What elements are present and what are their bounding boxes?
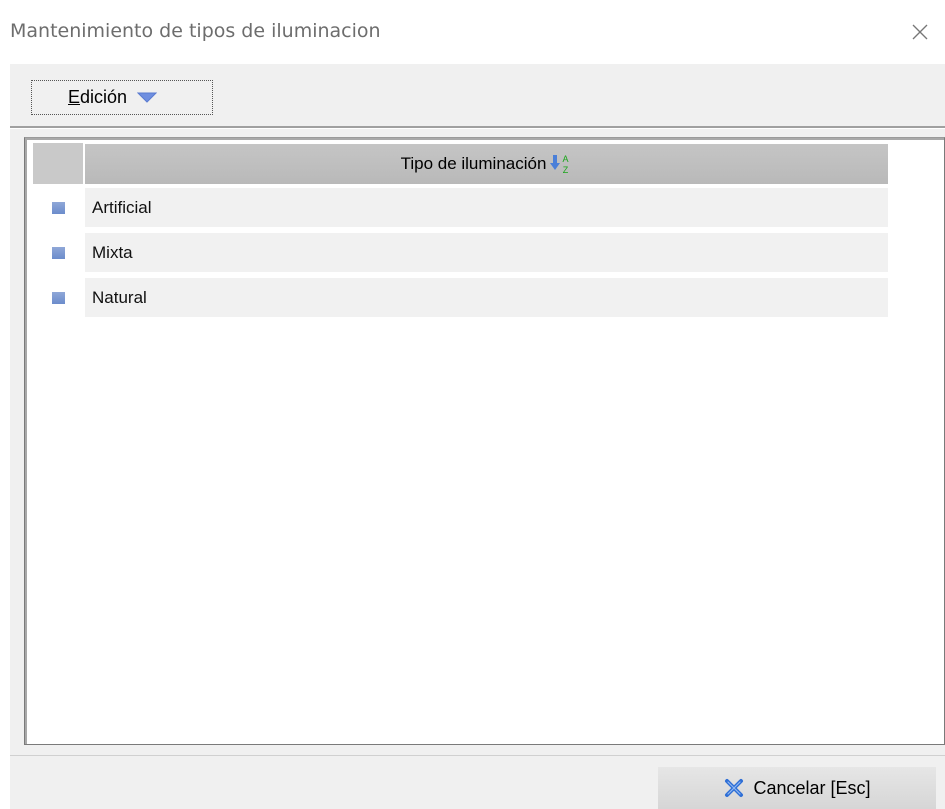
svg-text:Z: Z <box>563 165 569 175</box>
row-indicator-header <box>33 143 84 184</box>
dialog-body: Edición Tipo de iluminación A Z Artifici… <box>10 64 945 809</box>
row-marker <box>52 246 65 259</box>
chevron-down-icon <box>137 92 158 104</box>
title-bar: Mantenimiento de tipos de iluminacion <box>0 0 945 64</box>
cancel-label: Cancelar [Esc] <box>753 777 871 798</box>
table-row[interactable]: Artificial <box>33 188 888 227</box>
grid-viewport: Tipo de iluminación A Z Artificial Mixta… <box>25 138 944 744</box>
grid-header-row: Tipo de iluminación A Z <box>33 143 888 184</box>
window-title: Mantenimiento de tipos de iluminacion <box>10 20 381 42</box>
sort-az-icon: A Z <box>550 152 572 176</box>
footer-divider <box>10 755 945 756</box>
toolbar-divider <box>10 126 945 129</box>
table-row[interactable]: Natural <box>33 278 888 317</box>
toolbar: Edición <box>10 64 945 126</box>
edicion-menu-button[interactable]: Edición <box>31 80 213 115</box>
row-marker <box>52 201 65 214</box>
edicion-label: Edición <box>68 87 128 107</box>
table-cell[interactable]: Natural <box>84 278 888 317</box>
cancel-button[interactable]: Cancelar [Esc] <box>658 767 936 809</box>
cancel-x-icon <box>723 777 745 799</box>
row-indicator <box>33 233 84 272</box>
close-icon <box>912 24 928 40</box>
table-cell[interactable]: Artificial <box>84 188 888 227</box>
row-indicator <box>33 188 84 227</box>
table-row[interactable]: Mixta <box>33 233 888 272</box>
column-header-label: Tipo de iluminación <box>400 154 547 173</box>
row-marker <box>52 291 65 304</box>
row-indicator <box>33 278 84 317</box>
close-button[interactable] <box>895 10 945 54</box>
data-grid[interactable]: Tipo de iluminación A Z Artificial Mixta… <box>24 137 945 745</box>
table-cell[interactable]: Mixta <box>84 233 888 272</box>
svg-text:A: A <box>563 154 569 164</box>
footer-bar: Cancelar [Esc] <box>10 755 945 809</box>
column-header-tipo[interactable]: Tipo de iluminación A Z <box>84 143 888 184</box>
